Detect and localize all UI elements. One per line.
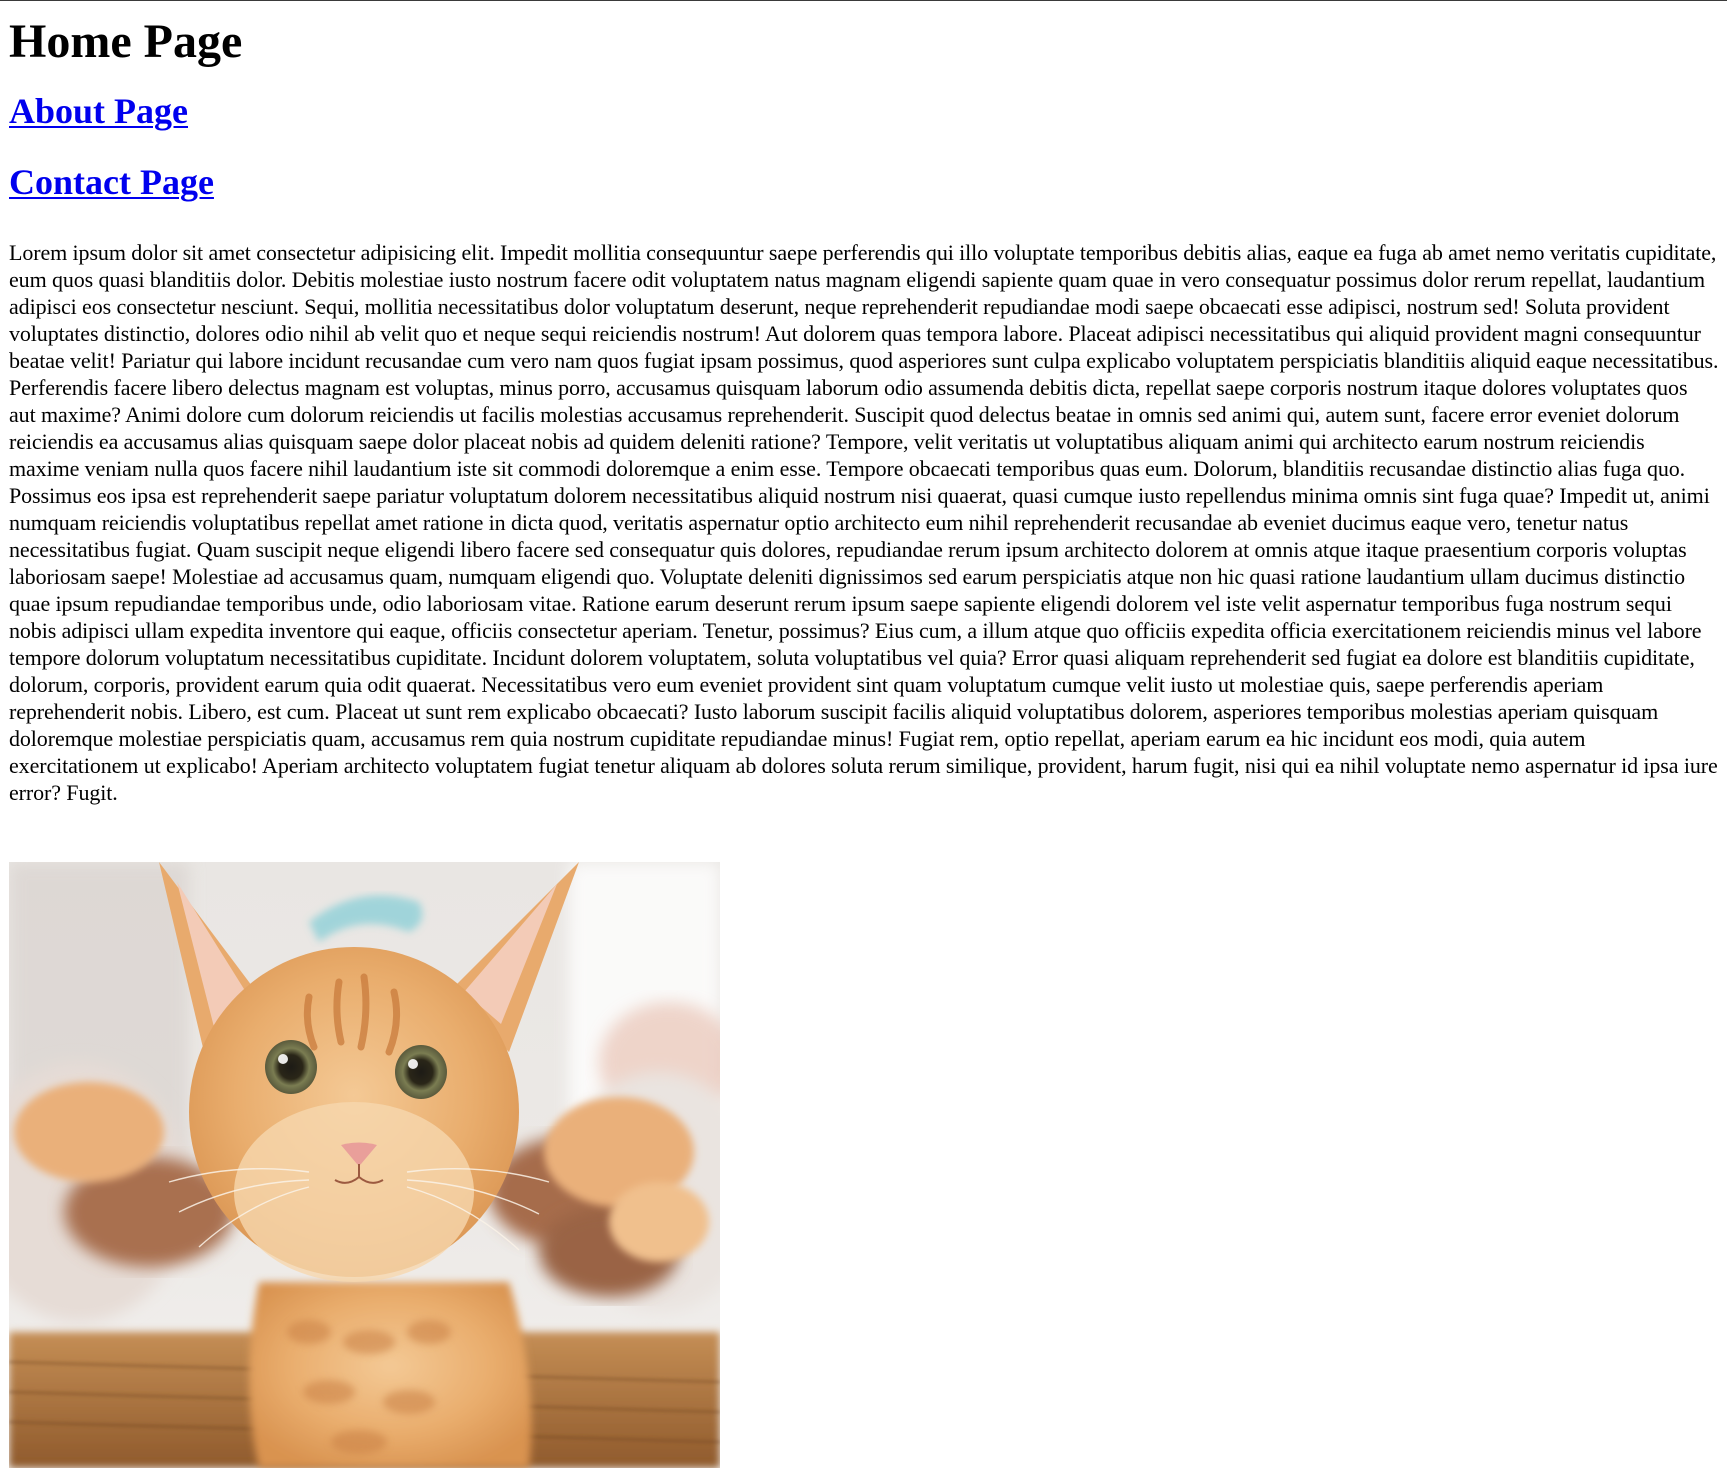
page-content: Home Page About Page Contact Page Lorem … [9,0,1719,806]
contact-heading: Contact Page [9,161,1719,203]
about-heading: About Page [9,90,1719,132]
contact-page-link[interactable]: Contact Page [9,162,214,202]
page-title: Home Page [9,15,243,68]
about-page-link[interactable]: About Page [9,91,188,131]
kitten-illustration [9,862,720,1468]
kitten-image [9,862,720,1468]
lorem-paragraph: Lorem ipsum dolor sit amet consectetur a… [9,240,1719,805]
